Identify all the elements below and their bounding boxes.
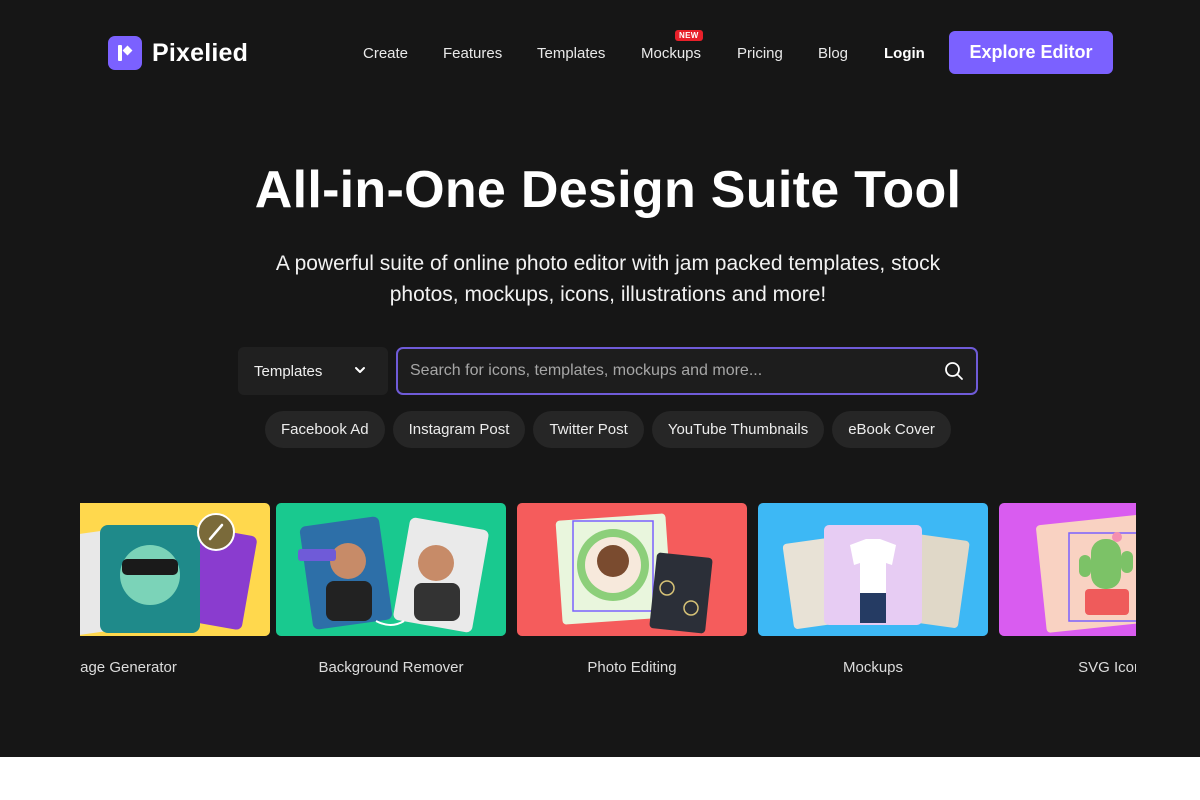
nav-item-blog[interactable]: Blog [818,45,848,62]
search-box [396,347,978,395]
chevron-down-icon [355,367,365,373]
hero-subtitle: A powerful suite of online photo editor … [275,252,941,306]
card-label: Mockups [842,659,904,676]
card-ai-image-generator[interactable]: AI Image Generator [80,503,270,676]
card-svg-icons[interactable]: SVG Icons [999,503,1136,676]
nav-item-features[interactable]: Features [443,45,502,62]
card-mockups-image [758,503,988,636]
page-below-hero [0,757,1200,800]
brand-logo[interactable]: Pixelied [108,36,248,70]
nav-item-create[interactable]: Create [363,45,408,62]
card-label: SVG Icons [1078,659,1136,676]
chip-facebook-ad[interactable]: Facebook Ad [265,411,385,448]
pixelied-logo-icon [108,36,142,70]
category-select[interactable]: Templates [238,347,388,395]
card-ai-image-generator-image [80,503,270,636]
card-label: Background Remover [318,659,464,676]
brand-name: Pixelied [152,38,249,67]
card-photo-editing-image [517,503,747,636]
chip-youtube-thumbnails[interactable]: YouTube Thumbnails [651,411,825,448]
search-input[interactable] [410,349,930,393]
card-mockups[interactable]: Mockups [758,503,988,676]
hero-section: Pixelied Create Features Templates Mocku… [0,0,1200,757]
search-icon[interactable] [944,361,964,381]
category-select-value: Templates [254,362,323,380]
card-label: AI Image Generator [80,659,177,676]
nav-item-mockups[interactable]: Mockups NEW [641,30,703,62]
card-svg-icons-image [999,503,1136,636]
chip-ebook-cover[interactable]: eBook Cover [832,411,951,448]
nav-item-templates[interactable]: Templates [537,45,605,62]
card-photo-editing[interactable]: Photo Editing [517,503,747,676]
login-link[interactable]: Login [884,45,925,62]
card-background-remover-image [276,503,506,636]
nav-item-mockups-label: Mockups [641,45,702,62]
new-badge: NEW [675,30,703,41]
chip-twitter-post[interactable]: Twitter Post [533,411,644,448]
page-title: All-in-One Design Suite Tool [254,161,962,219]
quick-search-chips: Facebook Ad Instagram Post Twitter Post … [265,411,951,448]
card-label: Photo Editing [587,659,677,676]
explore-editor-button[interactable]: Explore Editor [949,31,1113,74]
nav-item-pricing[interactable]: Pricing [737,45,783,62]
feature-carousel: AI Image Generator Background Remover [80,503,1136,703]
card-background-remover[interactable]: Background Remover [276,503,506,676]
chip-instagram-post[interactable]: Instagram Post [392,411,526,448]
